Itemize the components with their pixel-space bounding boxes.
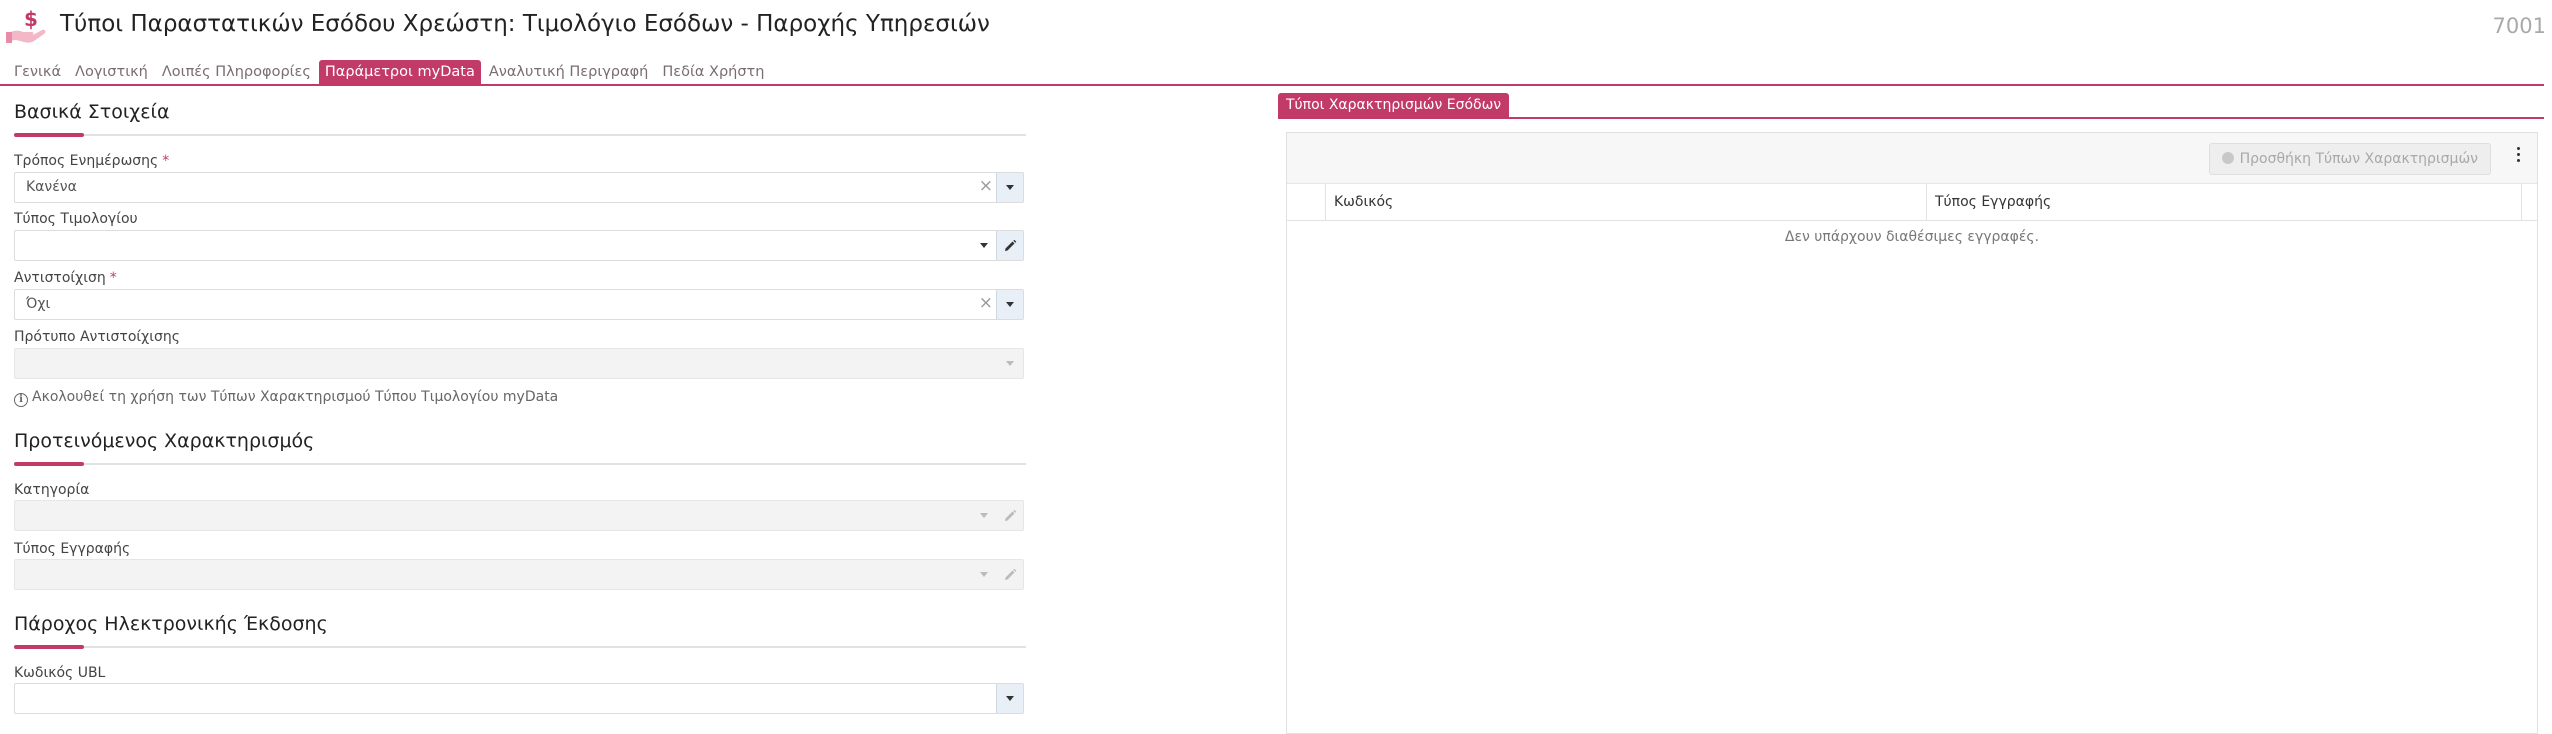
section-title-basic: Βασικά Στοιχεία <box>14 101 170 123</box>
ubl-code-label: Κωδικός UBL <box>14 665 106 681</box>
section-accent <box>14 133 84 137</box>
section-divider <box>14 646 1026 648</box>
grid-header: Κωδικός Τύπος Εγγραφής <box>1287 184 2537 221</box>
chevron-down-icon[interactable] <box>971 231 997 260</box>
edit-pencil-icon <box>997 560 1023 589</box>
edit-pencil-icon[interactable] <box>996 231 1023 260</box>
chevron-down-icon[interactable] <box>996 684 1023 713</box>
mydata-form: Βασικά Στοιχεία Τρόπος Ενημέρωσης * Κανέν… <box>0 86 1030 722</box>
ubl-code-select[interactable] <box>14 683 1024 714</box>
required-marker: * <box>162 153 170 169</box>
section-title-provider: Πάροχος Ηλεκτρονικής Έκδοσης <box>14 613 328 635</box>
empty-grid-message: Δεν υπάρχουν διαθέσιμες εγγραφές. <box>1784 229 2040 245</box>
column-header-entry-type[interactable]: Τύπος Εγγραφής <box>1927 184 2522 220</box>
invoice-type-label: Τύπος Τιμολογίου <box>14 211 138 227</box>
section-accent <box>14 462 84 466</box>
add-characterization-types-button[interactable]: Προσθήκη Τύπων Χαρακτηρισμών <box>2208 143 2491 175</box>
chevron-down-icon <box>971 501 997 530</box>
tab-other-info[interactable]: Λοιπές Πληροφορίες <box>156 60 317 85</box>
chevron-down-icon[interactable] <box>996 290 1023 319</box>
clear-icon[interactable]: × <box>979 293 993 313</box>
right-tab-divider <box>1278 117 2544 119</box>
required-marker: * <box>109 270 117 286</box>
characterization-grid: Προσθήκη Τύπων Χαρακτηρισμών Κωδικός Τύπ… <box>1286 132 2538 734</box>
mapping-value: Όχι <box>26 296 51 312</box>
info-note: i Ακολουθεί τη χρήση των Τύπων Χαρακτηρισ… <box>14 389 558 407</box>
more-options-icon[interactable] <box>2517 147 2521 162</box>
record-id: 7001 <box>2492 14 2546 38</box>
section-divider <box>14 134 1026 136</box>
tab-detailed-description[interactable]: Αναλυτική Περιγραφή <box>483 60 654 85</box>
page-title: Τύποι Παραστατικών Εσόδου Χρεώστη: Τιμολ… <box>60 11 990 37</box>
tab-bar: Γενικά Λογιστική Λοιπές Πληροφορίες Παρά… <box>8 59 772 85</box>
grid-toolbar: Προσθήκη Τύπων Χαρακτηρισμών <box>1287 133 2537 184</box>
tab-general[interactable]: Γενικά <box>8 60 67 85</box>
mapping-select[interactable]: Όχι × <box>14 289 1024 320</box>
mapping-template-label: Πρότυπο Αντιστοίχισης <box>14 329 180 345</box>
section-accent <box>14 645 84 649</box>
info-icon: i <box>14 393 28 407</box>
entry-type-select <box>14 559 1024 590</box>
chevron-down-icon <box>971 560 997 589</box>
entry-type-label: Τύπος Εγγραφής <box>14 541 131 557</box>
mapping-label: Αντιστοίχιση * <box>14 270 117 286</box>
category-select <box>14 500 1024 531</box>
category-label: Κατηγορία <box>14 482 90 498</box>
section-title-suggested: Προτεινόμενος Χαρακτηρισμός <box>14 430 315 452</box>
column-header-code[interactable]: Κωδικός <box>1326 184 1927 220</box>
tab-income-characterization-types[interactable]: Τύποι Χαρακτηρισμών Εσόδων <box>1278 93 1510 117</box>
svg-text:$: $ <box>24 7 38 31</box>
update-mode-value: Κανένα <box>26 179 77 195</box>
tab-user-fields[interactable]: Πεδία Χρήστη <box>656 60 770 85</box>
tab-accounting[interactable]: Λογιστική <box>69 60 154 85</box>
chevron-down-icon <box>997 349 1023 378</box>
dollar-hand-icon: $ <box>6 7 46 43</box>
plus-circle-icon <box>2221 152 2234 164</box>
tab-mydata-parameters[interactable]: Παράμετροι myData <box>318 60 481 85</box>
chevron-down-icon[interactable] <box>996 173 1023 202</box>
section-divider <box>14 463 1026 465</box>
edit-pencil-icon <box>997 501 1023 530</box>
select-column-header[interactable] <box>1287 184 1326 220</box>
page-header: $ Τύποι Παραστατικών Εσόδου Χρεώστη: Τιμ… <box>0 0 2552 56</box>
invoice-type-select[interactable] <box>14 230 1024 261</box>
clear-icon[interactable]: × <box>979 176 993 196</box>
update-mode-select[interactable]: Κανένα × <box>14 172 1024 203</box>
mapping-template-select <box>14 348 1024 379</box>
update-mode-label: Τρόπος Ενημέρωσης * <box>14 153 170 169</box>
